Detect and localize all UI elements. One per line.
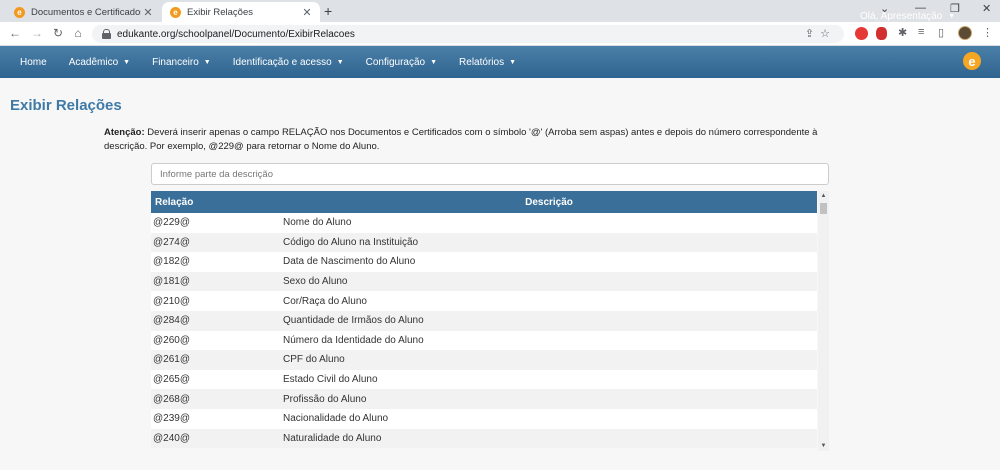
- caret-down-icon: ▼: [336, 58, 344, 66]
- profile-avatar[interactable]: [958, 26, 972, 40]
- scroll-up-icon[interactable]: ▲: [818, 193, 829, 199]
- edukante-favicon-icon: e: [170, 6, 181, 18]
- nav-relatorios-label: Relatórios: [459, 56, 505, 68]
- edukante-favicon-icon: e: [14, 6, 25, 18]
- relation-code: @229@: [153, 217, 190, 229]
- scroll-down-icon[interactable]: ▼: [818, 443, 829, 449]
- nav-identificacao[interactable]: Identificação e acesso ▼: [233, 57, 344, 68]
- nav-academico-label: Acadêmico: [68, 56, 119, 68]
- table-row[interactable]: @260@ Número da Identidade do Aluno: [151, 330, 817, 351]
- nav-relatorios[interactable]: Relatórios ▼: [459, 57, 516, 68]
- user-menu[interactable]: Olá, Apresentação ▼: [860, 11, 955, 22]
- attention-notice: Atenção: Deverá inserir apenas o campo R…: [104, 126, 844, 154]
- caret-down-icon: ▼: [430, 58, 438, 66]
- table-row[interactable]: @274@ Código do Aluno na Instituição: [151, 232, 817, 253]
- browser-toolbar: ← → ↻ ⌂ edukante.org/schoolpanel/Documen…: [0, 22, 1000, 46]
- relation-code: @240@: [153, 432, 190, 444]
- relation-code: @182@: [153, 256, 190, 268]
- page-title: Exibir Relações: [10, 97, 122, 114]
- relation-description: Número da Identidade do Aluno: [283, 334, 424, 346]
- relation-code: @210@: [153, 295, 190, 307]
- nav-home-label: Home: [20, 56, 47, 68]
- home-icon[interactable]: ⌂: [71, 26, 85, 40]
- tab-title: Documentos e Certificados: [31, 6, 141, 18]
- column-header-descricao[interactable]: Descrição: [281, 191, 817, 213]
- browser-menu-icon[interactable]: ⋮: [982, 26, 993, 39]
- table-row[interactable]: @240@ Naturalidade do Aluno: [151, 428, 817, 449]
- reading-list-icon[interactable]: ≡: [918, 26, 924, 38]
- lock-icon: [102, 29, 111, 39]
- column-header-relacao[interactable]: Relação: [151, 191, 281, 213]
- relation-code: @260@: [153, 334, 190, 346]
- relation-code: @239@: [153, 413, 190, 425]
- table-row[interactable]: @210@ Cor/Raça do Aluno: [151, 291, 817, 311]
- nav-configuracao-label: Configuração: [365, 56, 426, 68]
- close-window-icon[interactable]: ✕: [982, 2, 991, 15]
- description-filter-input[interactable]: [151, 163, 829, 185]
- relation-description: Quantidade de Irmãos do Aluno: [283, 315, 424, 327]
- relation-description: CPF do Aluno: [283, 354, 345, 366]
- table-row[interactable]: @229@ Nome do Aluno: [151, 213, 817, 233]
- tab-title: Exibir Relações: [187, 6, 253, 18]
- nav-financeiro[interactable]: Financeiro ▼: [152, 57, 211, 68]
- table-row[interactable]: @239@ Nacionalidade do Aluno: [151, 408, 817, 429]
- table-header-row: Relação Descrição: [151, 191, 817, 213]
- nav-financeiro-label: Financeiro: [152, 56, 199, 68]
- relation-code: @265@: [153, 374, 190, 386]
- relations-table-container: Relação Descrição @229@ Nome do Aluno @27…: [151, 191, 829, 451]
- table-row[interactable]: @284@ Quantidade de Irmãos do Aluno: [151, 310, 817, 331]
- relation-description: Naturalidade do Aluno: [283, 432, 382, 444]
- adblock-extension-icon[interactable]: [855, 27, 868, 40]
- relation-code: @268@: [153, 393, 190, 405]
- opera-extension-icon[interactable]: [876, 27, 887, 40]
- reload-icon[interactable]: ↻: [51, 26, 65, 40]
- side-panel-icon[interactable]: ▯: [938, 26, 944, 39]
- extensions-puzzle-icon[interactable]: ✱: [898, 26, 907, 39]
- caret-down-icon: ▼: [948, 13, 956, 20]
- relation-code: @274@: [153, 236, 190, 248]
- relation-code: @261@: [153, 354, 190, 366]
- table-scrollbar[interactable]: ▲ ▼: [818, 191, 829, 451]
- relation-description: Nome do Aluno: [283, 217, 352, 229]
- nav-identificacao-label: Identificação e acesso: [232, 56, 332, 68]
- nav-configuracao[interactable]: Configuração ▼: [366, 57, 437, 68]
- table-row[interactable]: @268@ Profissão do Aluno: [151, 389, 817, 409]
- caret-down-icon: ▼: [509, 58, 517, 66]
- relation-description: Profissão do Aluno: [283, 393, 367, 405]
- browser-tab-documentos[interactable]: e Documentos e Certificados ✕: [6, 2, 161, 22]
- table-row[interactable]: @265@ Estado Civil do Aluno: [151, 369, 817, 390]
- address-url: edukante.org/schoolpanel/Documento/Exibi…: [117, 28, 355, 40]
- new-tab-icon[interactable]: +: [324, 3, 332, 19]
- user-greeting: Olá, Apresentação: [860, 11, 943, 22]
- table-row[interactable]: @181@ Sexo do Aluno: [151, 271, 817, 292]
- table-row[interactable]: @261@ CPF do Aluno: [151, 350, 817, 370]
- relations-table: Relação Descrição @229@ Nome do Aluno @27…: [151, 191, 817, 449]
- close-tab-icon[interactable]: ✕: [300, 6, 314, 19]
- relation-code: @181@: [153, 276, 190, 288]
- relation-code: @284@: [153, 315, 190, 327]
- edukante-logo[interactable]: e: [963, 52, 981, 70]
- scrollbar-thumb[interactable]: [820, 203, 827, 214]
- main-navbar: Home Acadêmico ▼ Financeiro ▼ Identificaçã…: [0, 46, 1000, 78]
- relation-description: Sexo do Aluno: [283, 276, 348, 288]
- forward-icon[interactable]: →: [30, 26, 44, 40]
- caret-down-icon: ▼: [203, 58, 211, 66]
- caret-down-icon: ▼: [123, 58, 131, 66]
- relation-description: Data de Nascimento do Aluno: [283, 256, 416, 268]
- share-bookmark-icons[interactable]: ⇪☆: [805, 27, 836, 40]
- relation-description: Nacionalidade do Aluno: [283, 413, 389, 425]
- relation-description: Estado Civil do Aluno: [283, 374, 378, 386]
- close-tab-icon[interactable]: ✕: [141, 6, 155, 19]
- browser-tab-strip: e Documentos e Certificados ✕ e Exibir R…: [0, 0, 1000, 22]
- nav-home[interactable]: Home: [20, 57, 47, 68]
- relation-description: Código do Aluno na Instituição: [283, 236, 419, 248]
- notice-text: Deverá inserir apenas o campo RELAÇÃO no…: [104, 127, 818, 152]
- relation-description: Cor/Raça do Aluno: [283, 295, 367, 307]
- address-bar[interactable]: edukante.org/schoolpanel/Documento/Exibi…: [92, 25, 844, 43]
- back-icon[interactable]: ←: [8, 26, 22, 40]
- notice-label: Atenção:: [104, 127, 145, 138]
- nav-academico[interactable]: Acadêmico ▼: [69, 57, 130, 68]
- browser-tab-exibir-relacoes[interactable]: e Exibir Relações ✕: [162, 2, 320, 22]
- table-row[interactable]: @182@ Data de Nascimento do Aluno: [151, 252, 817, 272]
